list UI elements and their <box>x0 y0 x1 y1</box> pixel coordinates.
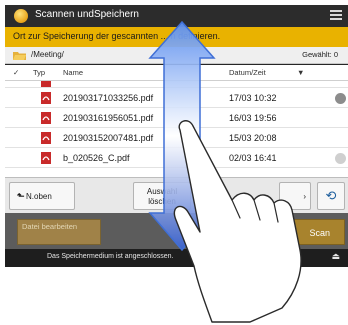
column-check-header[interactable]: ✓ <box>13 68 19 77</box>
file-name: b_020526_C.pdf <box>63 153 130 163</box>
scan-button[interactable]: Scan <box>253 219 345 245</box>
file-list[interactable]: 201903171033256.pdf 17/03 10:32 20190316… <box>5 81 348 177</box>
pdf-file-icon <box>41 132 51 144</box>
table-header: ✓ Typ Name Datum/Zeit ▼ <box>5 65 348 81</box>
column-type-header[interactable]: Typ <box>33 68 45 77</box>
pdf-file-icon <box>41 92 51 104</box>
sort-indicator-icon[interactable]: ▼ <box>297 68 304 77</box>
status-message: Das Speichermedium ist angeschlossen. <box>47 253 174 260</box>
column-name-header[interactable]: Name <box>63 68 83 77</box>
clear-selection-button[interactable]: Auswahl löschen <box>133 182 191 210</box>
instruction-text: Ort zur Speicherung der gescannten ... n… <box>13 31 221 41</box>
list-item[interactable] <box>5 81 348 88</box>
list-item[interactable]: 201903161956051.pdf 16/03 19:56 <box>5 109 348 128</box>
folder-path: /Meeting/ <box>31 50 64 59</box>
action-bar: Datei bearbeiten Scan <box>5 213 348 249</box>
menu-icon[interactable] <box>330 10 342 21</box>
column-date-header[interactable]: Datum/Zeit <box>229 68 266 77</box>
device-screen: Scannen undSpeichern Ort zur Speicherung… <box>5 5 348 267</box>
window-title: Scannen undSpeichern <box>35 9 139 20</box>
select-radio[interactable] <box>335 93 346 104</box>
edit-file-button[interactable]: Datei bearbeiten <box>17 219 101 245</box>
file-date: 17/03 10:32 <box>229 93 277 103</box>
button-bar: ⬑ N.oben Auswahl löschen › ⟲ <box>5 177 348 213</box>
path-bar: /Meeting/ Gewählt: 0 <box>5 47 348 64</box>
title-bar: Scannen undSpeichern <box>5 5 348 27</box>
file-date: 15/03 20:08 <box>229 133 277 143</box>
eject-icon[interactable]: ⏏ <box>331 252 340 262</box>
arrow-up-icon: ⬑ <box>17 191 25 201</box>
scan-button-label: Scan <box>309 228 330 238</box>
chevron-right-icon: › <box>303 192 306 201</box>
instruction-banner: Ort zur Speicherung der gescannten ... n… <box>5 27 348 47</box>
status-bar: Das Speichermedium ist angeschlossen. ⏏ <box>5 249 348 267</box>
app-logo-icon <box>14 9 28 23</box>
more-button[interactable]: › <box>279 182 311 210</box>
file-date: 02/03 16:41 <box>229 153 277 163</box>
pdf-file-icon <box>41 112 51 124</box>
select-radio[interactable] <box>335 153 346 164</box>
up-button-label: N.oben <box>26 192 52 201</box>
up-button[interactable]: ⬑ N.oben <box>9 182 75 210</box>
selected-count: Gewählt: 0 <box>302 50 338 59</box>
file-date: 16/03 19:56 <box>229 113 277 123</box>
file-name: 201903171033256.pdf <box>63 93 154 103</box>
folder-icon <box>13 52 26 60</box>
file-name: 201903152007481.pdf <box>63 133 154 143</box>
clear-selection-label: Auswahl löschen <box>146 187 178 206</box>
list-item[interactable]: b_020526_C.pdf 02/03 16:41 <box>5 149 348 168</box>
pdf-file-icon <box>41 152 51 164</box>
refresh-icon[interactable]: ⟲ <box>317 182 345 210</box>
list-item[interactable]: 201903171033256.pdf 17/03 10:32 <box>5 89 348 108</box>
file-name: 201903161956051.pdf <box>63 113 154 123</box>
list-item[interactable]: 201903152007481.pdf 15/03 20:08 <box>5 129 348 148</box>
pdf-file-icon <box>41 81 51 87</box>
